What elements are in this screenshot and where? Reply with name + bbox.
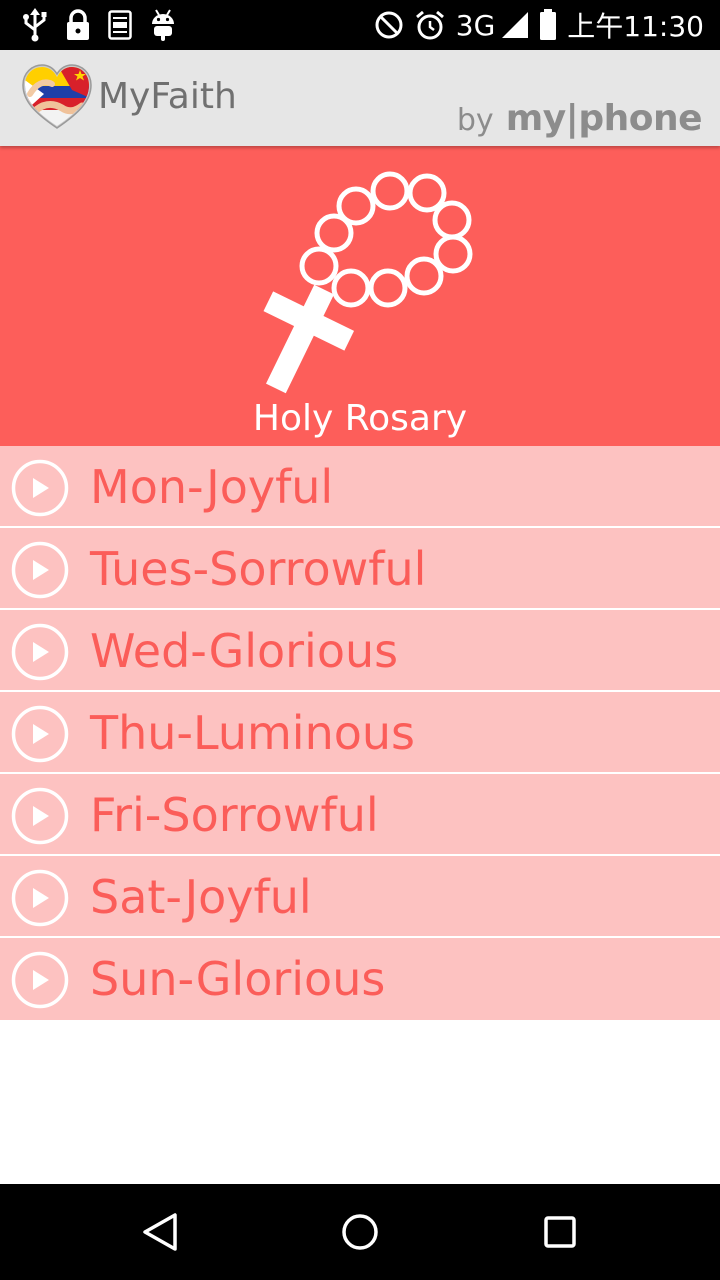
alarm-icon: [414, 9, 446, 41]
list-item-label: Fri-Sorrowful: [90, 788, 379, 842]
holy-rosary-banner: Holy Rosary: [0, 146, 720, 446]
usb-icon: [22, 8, 48, 42]
play-icon[interactable]: [11, 787, 69, 845]
list-item-tues-sorrowful[interactable]: Tues-Sorrowful: [0, 528, 720, 610]
do-not-disturb-icon: [374, 10, 404, 40]
play-icon[interactable]: [11, 869, 69, 927]
home-icon[interactable]: [338, 1210, 382, 1254]
list-item-sat-joyful[interactable]: Sat-Joyful: [0, 856, 720, 938]
lock-icon: [66, 9, 90, 41]
list-item-label: Sun-Glorious: [90, 952, 386, 1006]
log-file-icon: [108, 10, 132, 40]
status-notification-icons: [22, 7, 176, 43]
android-icon: [150, 8, 176, 42]
signal-icon: [501, 11, 529, 39]
list-item-mon-joyful[interactable]: Mon-Joyful: [0, 446, 720, 528]
status-system-icons: 3G 上午11:30: [374, 7, 704, 43]
list-item-fri-sorrowful[interactable]: Fri-Sorrowful: [0, 774, 720, 856]
list-item-label: Mon-Joyful: [90, 460, 334, 514]
list-item-sun-glorious[interactable]: Sun-Glorious: [0, 938, 720, 1020]
battery-icon: [539, 9, 557, 41]
list-item-label: Wed-Glorious: [90, 624, 399, 678]
app-bar: MyFaith by my|phone: [0, 50, 720, 146]
app-title: MyFaith: [98, 76, 237, 117]
banner-title: Holy Rosary: [252, 398, 468, 439]
mystery-list: Mon-Joyful Tues-Sorrowful Wed-Glorious T…: [0, 446, 720, 1020]
list-item-thu-luminous[interactable]: Thu-Luminous: [0, 692, 720, 774]
play-icon[interactable]: [11, 623, 69, 681]
back-icon[interactable]: [138, 1210, 182, 1254]
play-icon[interactable]: [11, 705, 69, 763]
list-item-label: Sat-Joyful: [90, 870, 312, 924]
brand-logo: by my|phone: [456, 98, 703, 139]
list-item-label: Tues-Sorrowful: [90, 542, 427, 596]
navigation-bar: [0, 1184, 720, 1280]
recent-apps-icon[interactable]: [538, 1210, 582, 1254]
play-icon[interactable]: [11, 459, 69, 517]
brand-name: my|phone: [505, 98, 703, 139]
brand-by-label: by: [456, 103, 494, 138]
rosary-icon: [240, 166, 490, 396]
play-icon[interactable]: [11, 541, 69, 599]
status-bar: 3G 上午11:30: [0, 0, 720, 50]
clock: 上午11:30: [567, 10, 704, 43]
list-item-label: Thu-Luminous: [90, 706, 415, 760]
play-icon[interactable]: [11, 951, 69, 1009]
app-logo-icon[interactable]: [22, 64, 92, 130]
list-item-wed-glorious[interactable]: Wed-Glorious: [0, 610, 720, 692]
network-type-label: 3G: [455, 8, 496, 42]
